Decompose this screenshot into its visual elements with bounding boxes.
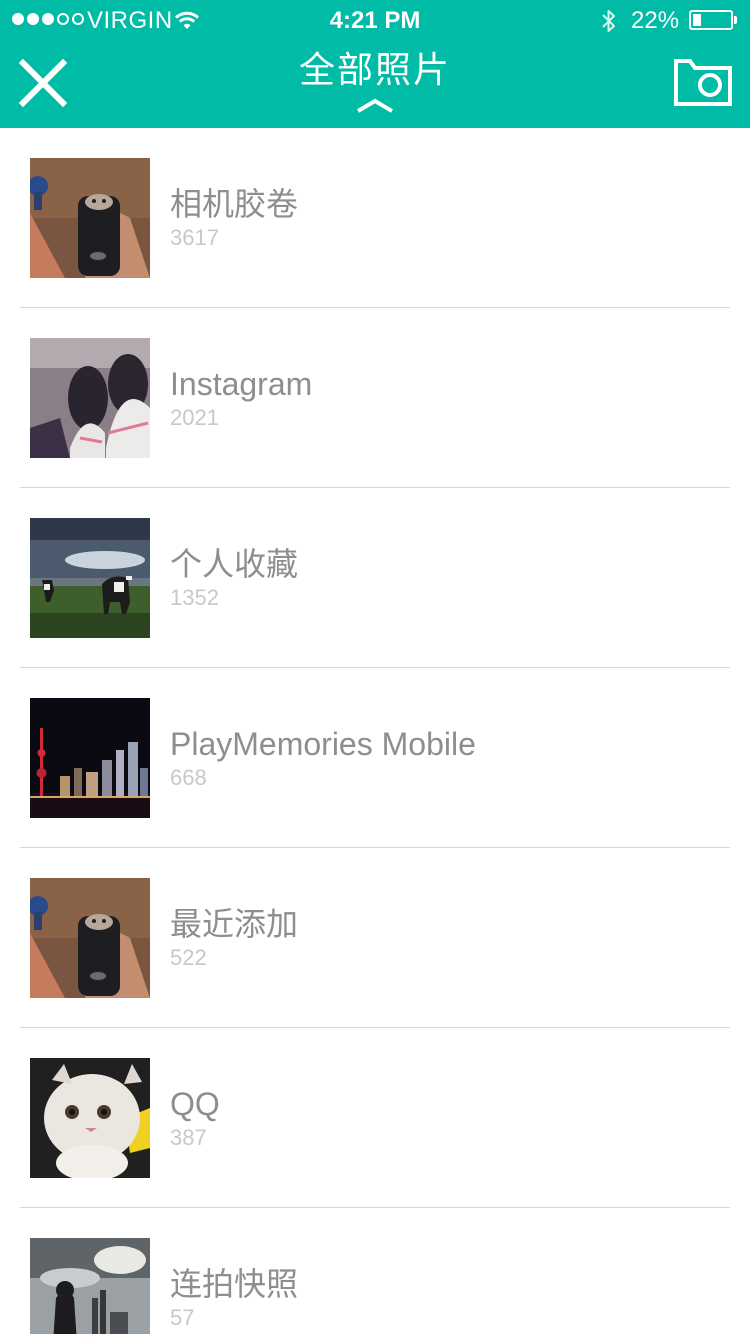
album-name: PlayMemories Mobile: [170, 726, 476, 762]
album-name: Instagram: [170, 366, 313, 402]
page-title: 全部照片: [298, 49, 451, 90]
album-row-favorites[interactable]: 个人收藏 1352: [0, 488, 750, 668]
album-row-playmemories[interactable]: PlayMemories Mobile 668: [0, 668, 750, 848]
album-row-camera-roll[interactable]: 相机胶卷 3617: [0, 128, 750, 308]
album-count: 1352: [170, 585, 219, 610]
album-picker-screen: VIRGIN 4:21 PM 22% 全部照片 相机胶卷 3617 Instag…: [0, 0, 750, 1334]
chevron-up-icon: [356, 98, 394, 113]
album-name: 相机胶卷: [170, 186, 299, 222]
bluetooth-icon: [602, 10, 615, 32]
album-row-instagram[interactable]: Instagram 2021: [0, 308, 750, 488]
battery-percentage: 22%: [631, 7, 680, 34]
album-thumbnail: [30, 338, 150, 458]
top-bar: VIRGIN 4:21 PM 22% 全部照片: [0, 0, 750, 128]
album-name: 连拍快照: [170, 1266, 299, 1302]
album-count: 2021: [170, 405, 219, 430]
close-icon: [18, 58, 68, 108]
album-count: 522: [170, 945, 207, 970]
album-name: 最近添加: [170, 906, 299, 942]
album-row-bursts[interactable]: 连拍快照 57: [0, 1208, 750, 1334]
album-count: 668: [170, 765, 207, 790]
status-bar: VIRGIN 4:21 PM 22%: [0, 0, 750, 40]
album-count: 57: [170, 1305, 195, 1330]
album-count: 387: [170, 1125, 207, 1150]
album-name: 个人收藏: [170, 546, 299, 582]
album-thumbnail: [30, 698, 150, 818]
camera-icon: [674, 59, 732, 106]
album-thumbnail: [30, 1238, 150, 1334]
album-thumbnail: [30, 518, 150, 638]
close-button[interactable]: [12, 52, 74, 114]
album-row-recently-added[interactable]: 最近添加 522: [0, 848, 750, 1028]
battery-level: [693, 14, 701, 26]
album-thumbnail: [30, 1058, 150, 1178]
battery-tip: [734, 16, 737, 24]
album-list: 相机胶卷 3617 Instagram 2021 个人收藏 1352 PlayM…: [0, 128, 750, 1334]
album-thumbnail: [30, 878, 150, 998]
album-name: QQ: [170, 1086, 220, 1122]
camera-button[interactable]: [670, 56, 736, 110]
album-thumbnail: [30, 158, 150, 278]
album-count: 3617: [170, 225, 219, 250]
album-row-qq[interactable]: QQ 387: [0, 1028, 750, 1208]
battery-icon: [689, 10, 733, 30]
album-selector-title[interactable]: 全部照片: [225, 48, 525, 118]
